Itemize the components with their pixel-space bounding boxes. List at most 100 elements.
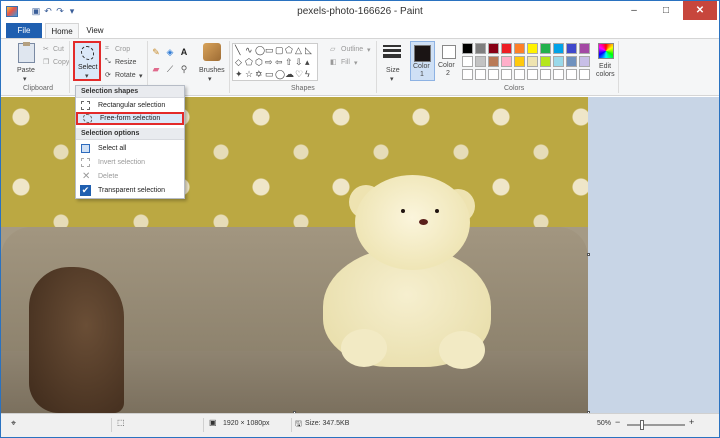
custom-color-slot[interactable] [566,69,577,80]
fill-icon[interactable]: ◧ [330,58,337,66]
close-button[interactable]: ✕ [683,1,717,20]
text-tool-icon[interactable]: A [179,47,189,57]
line-shape-icon[interactable]: ╲ [235,45,240,55]
down-arrow-shape-icon[interactable]: ⇩ [295,57,303,67]
minimize-button[interactable]: – [619,1,649,20]
size-icon[interactable] [383,45,401,58]
custom-color-slot[interactable] [514,69,525,80]
palette-swatch[interactable] [579,43,590,54]
paste-icon[interactable] [18,42,35,63]
hexagon-shape-icon[interactable]: ⬡ [255,57,263,67]
shapes-scroll-icon[interactable]: ▴ [305,57,310,67]
rounded-callout-shape-icon[interactable]: ▭ [265,69,274,79]
palette-swatch[interactable] [553,56,564,67]
brushes-dropdown-icon[interactable]: ▾ [208,75,212,83]
cloud-callout-shape-icon[interactable]: ☁ [285,69,294,79]
custom-color-slot[interactable] [462,69,473,80]
diamond-shape-icon[interactable]: ◇ [235,57,242,67]
oval-callout-shape-icon[interactable]: ◯ [275,69,285,79]
palette-swatch[interactable] [527,43,538,54]
four-point-star-shape-icon[interactable]: ✦ [235,69,243,79]
palette-swatch[interactable] [566,56,577,67]
six-point-star-shape-icon[interactable]: ✡ [255,69,263,79]
color2-label[interactable]: Color [438,62,455,69]
invert-selection-item[interactable]: Invert selection [76,156,184,169]
palette-swatch[interactable] [475,43,486,54]
paste-dropdown-icon[interactable]: ▾ [23,75,27,83]
palette-swatch[interactable] [462,43,473,54]
palette-swatch[interactable] [527,56,538,67]
crop-icon[interactable]: ⌗ [105,45,109,53]
edit-colors-button[interactable]: Edit [599,63,611,70]
rotate-button[interactable]: Rotate [115,72,136,79]
five-point-star-shape-icon[interactable]: ☆ [245,69,253,79]
palette-swatch[interactable] [514,56,525,67]
curve-shape-icon[interactable]: ∿ [245,45,253,55]
tab-home[interactable]: Home [45,23,79,38]
up-arrow-shape-icon[interactable]: ⇧ [285,57,293,67]
right-arrow-shape-icon[interactable]: ⇨ [265,57,273,67]
magnifier-icon[interactable]: ⚲ [179,64,189,74]
outline-button[interactable]: Outline [341,46,363,53]
heart-shape-icon[interactable]: ♡ [295,69,303,79]
brushes-icon[interactable] [203,43,221,61]
select-button[interactable]: Select ▾ [73,41,101,81]
size-button[interactable]: Size [386,67,400,74]
size-dropdown-icon[interactable]: ▾ [390,75,394,83]
rotate-dropdown-icon[interactable]: ▾ [139,72,143,80]
resize-button[interactable]: Resize [115,59,136,66]
polygon-shape-icon[interactable]: ⬠ [285,45,293,55]
rectangle-shape-icon[interactable]: ▭ [265,45,274,55]
fill-dropdown-icon[interactable]: ▾ [354,59,358,67]
palette-swatch[interactable] [566,43,577,54]
custom-color-slot[interactable] [540,69,551,80]
zoom-out-button[interactable]: − [615,417,620,427]
color2-swatch[interactable] [442,45,456,59]
palette-swatch[interactable] [540,43,551,54]
oval-shape-icon[interactable]: ◯ [255,45,265,55]
resize-handle-right[interactable] [587,253,590,256]
rounded-rectangle-shape-icon[interactable]: ▢ [275,45,284,55]
palette-swatch[interactable] [540,56,551,67]
triangle-shape-icon[interactable]: △ [295,45,302,55]
palette-swatch[interactable] [501,56,512,67]
zoom-slider-thumb[interactable] [640,420,644,430]
crop-button[interactable]: Crop [115,46,130,53]
custom-color-slot[interactable] [501,69,512,80]
fill-bucket-icon[interactable]: ◈ [165,47,175,57]
paste-button[interactable]: Paste [17,67,35,74]
palette-swatch[interactable] [501,43,512,54]
right-triangle-shape-icon[interactable]: ◺ [305,45,312,55]
zoom-slider[interactable] [627,424,685,426]
tab-view[interactable]: View [81,23,109,38]
brushes-button[interactable]: Brushes [199,67,225,74]
copy-button[interactable]: Copy [53,59,69,66]
cut-button[interactable]: Cut [53,46,64,53]
lightning-shape-icon[interactable]: ϟ [305,69,310,79]
pentagon-shape-icon[interactable]: ⬠ [245,57,253,67]
palette-swatch[interactable] [514,43,525,54]
palette-swatch[interactable] [579,56,590,67]
color1-button[interactable]: Color 1 [410,41,435,81]
resize-icon[interactable]: ⤡ [105,58,111,66]
palette-swatch[interactable] [488,56,499,67]
palette-swatch[interactable] [553,43,564,54]
select-all-item[interactable]: Select all [76,142,184,155]
left-arrow-shape-icon[interactable]: ⇦ [275,57,283,67]
rectangular-selection-item[interactable]: Rectangular selection [76,99,184,112]
tab-file[interactable]: File [6,23,42,38]
palette-swatch[interactable] [488,43,499,54]
color-picker-icon[interactable]: ⟋ [165,64,175,74]
outline-icon[interactable]: ▱ [330,45,335,53]
custom-color-slot[interactable] [553,69,564,80]
pencil-icon[interactable]: ✎ [151,47,161,57]
custom-color-slot[interactable] [527,69,538,80]
maximize-button[interactable]: □ [651,1,681,20]
custom-color-slot[interactable] [488,69,499,80]
cut-icon[interactable]: ✂ [43,45,49,53]
eraser-icon[interactable]: ▰ [151,64,161,74]
fill-button[interactable]: Fill [341,59,350,66]
copy-icon[interactable]: ❐ [43,58,49,66]
custom-color-slot[interactable] [579,69,590,80]
edit-colors-icon[interactable] [598,43,614,59]
